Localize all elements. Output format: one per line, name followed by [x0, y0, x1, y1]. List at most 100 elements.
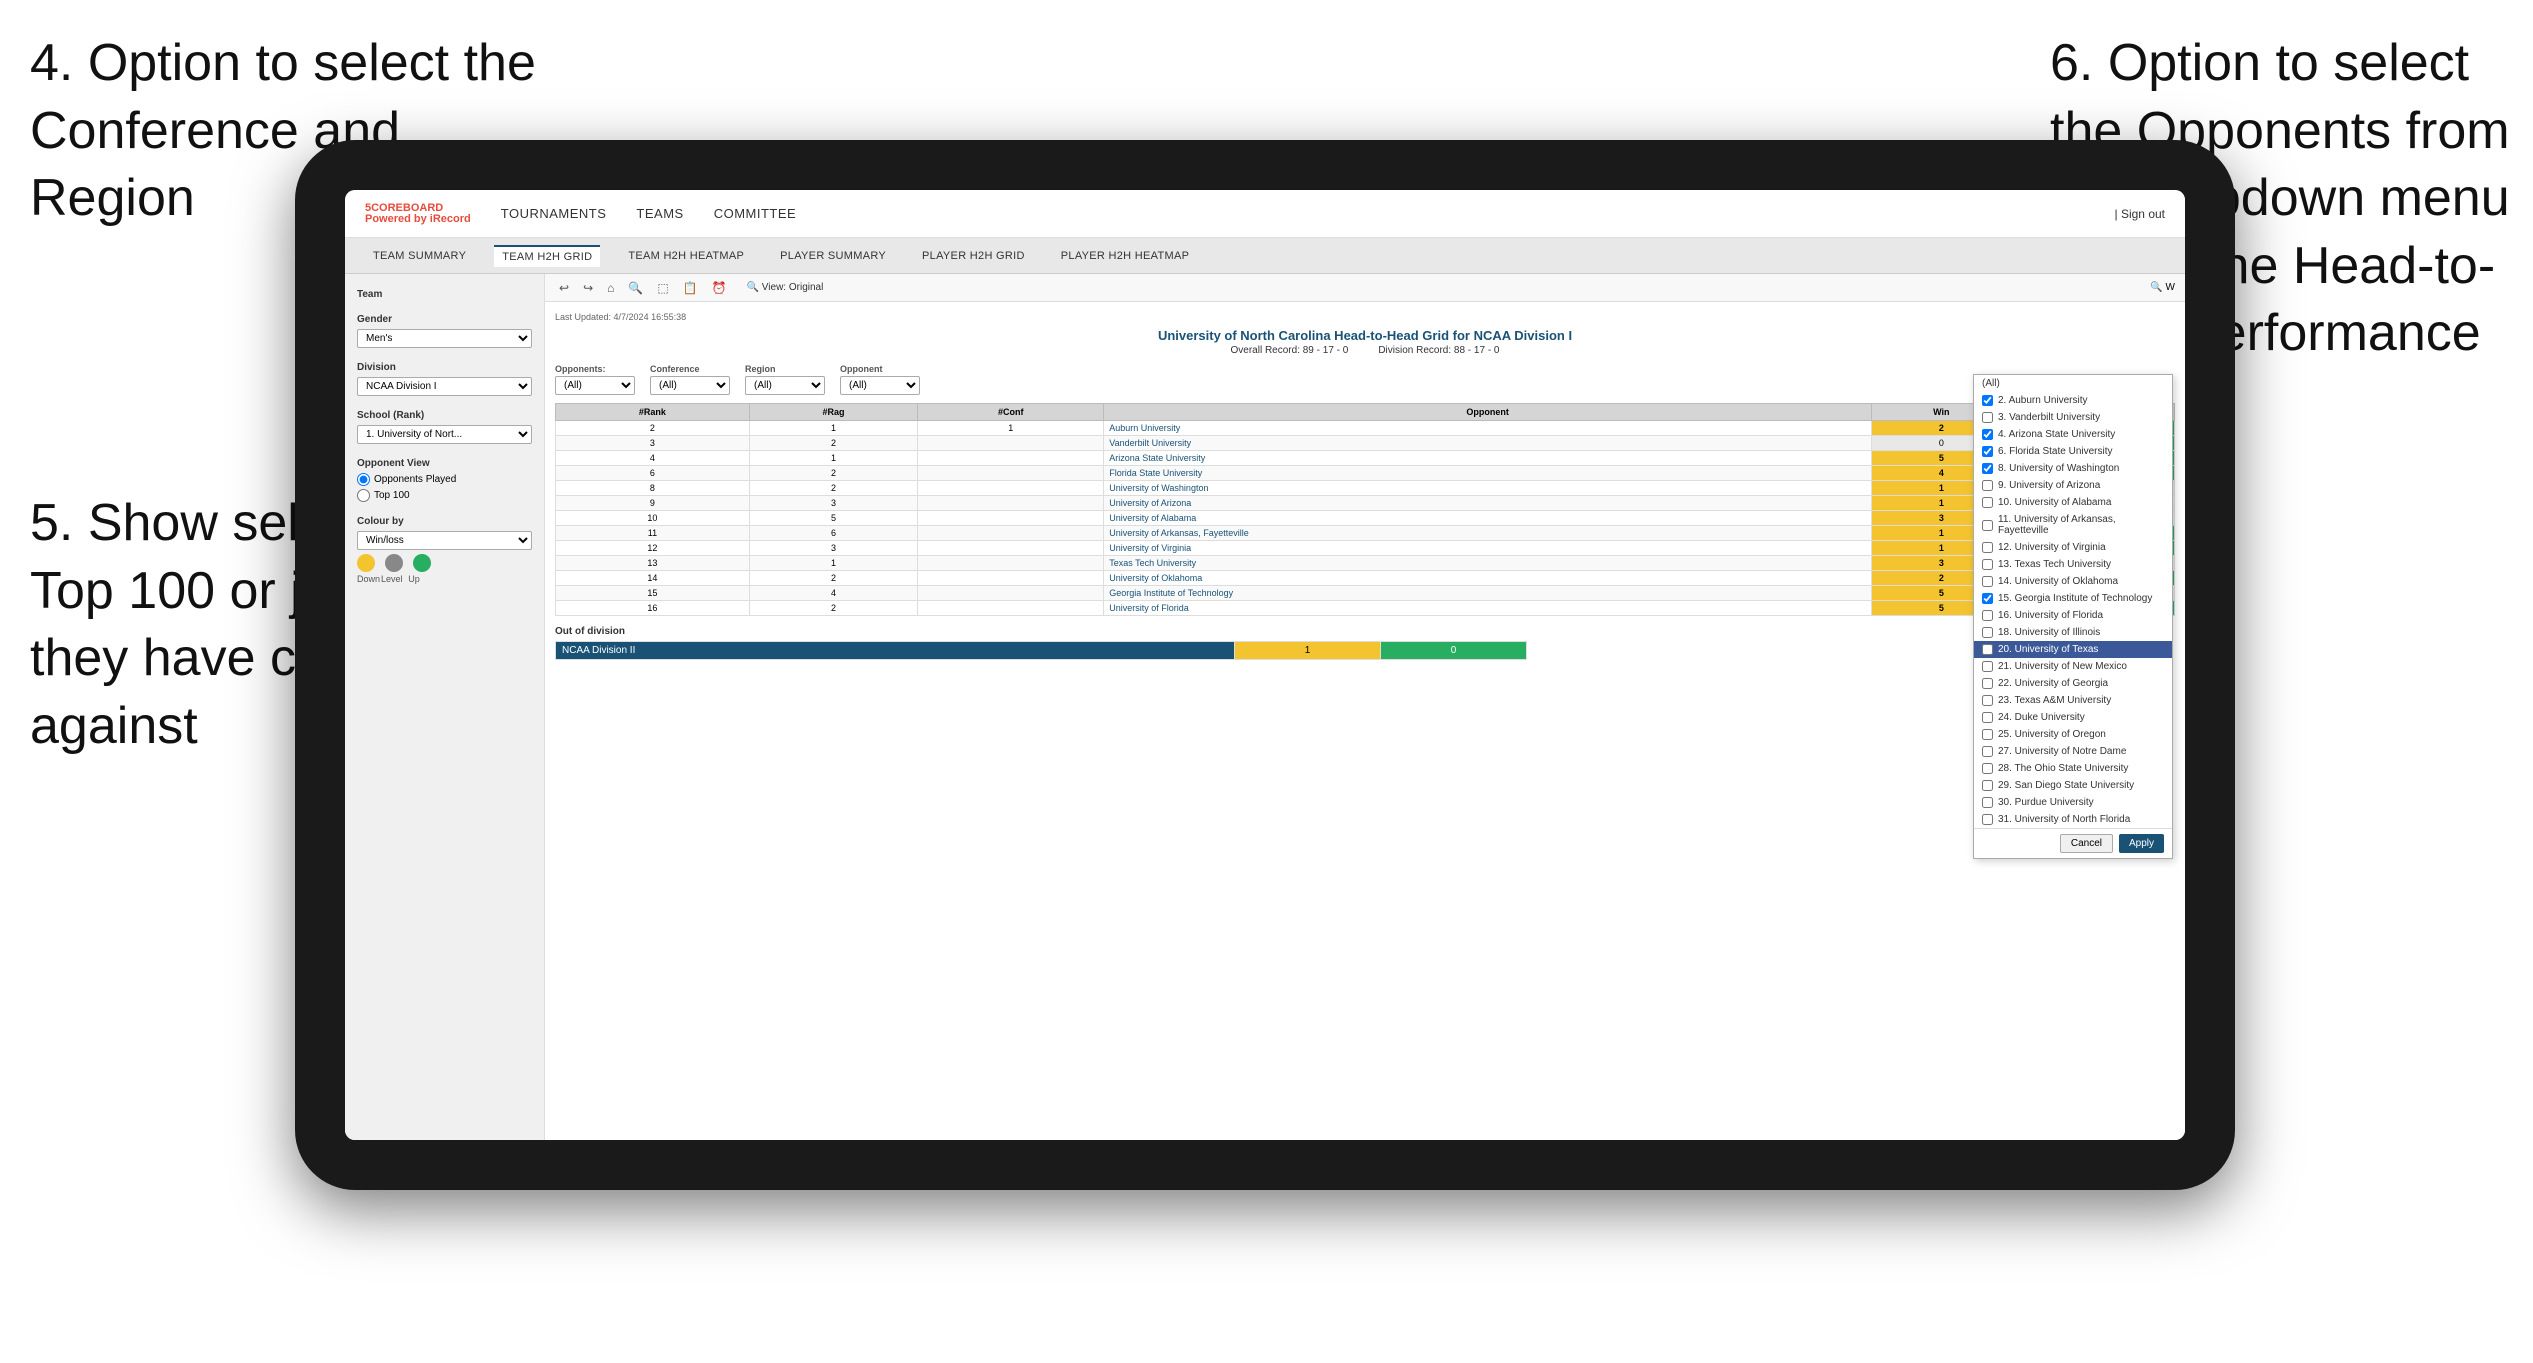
- dropdown-item[interactable]: 29. San Diego State University: [1974, 777, 2172, 794]
- dropdown-checkbox[interactable]: [1982, 429, 1993, 440]
- table-row: 13 1 Texas Tech University 3 0: [556, 556, 2175, 571]
- sidebar-school-select[interactable]: 1. University of Nort...: [357, 425, 532, 444]
- subnav-player-summary[interactable]: PLAYER SUMMARY: [772, 246, 894, 266]
- dropdown-item[interactable]: 20. University of Texas: [1974, 641, 2172, 658]
- dropdown-item[interactable]: (All): [1974, 375, 2172, 392]
- view-label: 🔍 View: Original: [747, 282, 824, 293]
- dropdown-item[interactable]: 16. University of Florida: [1974, 607, 2172, 624]
- sidebar-division-select[interactable]: NCAA Division I: [357, 377, 532, 396]
- dropdown-item[interactable]: 10. University of Alabama: [1974, 494, 2172, 511]
- dropdown-checkbox[interactable]: [1982, 593, 1993, 604]
- color-legend-labels: Down Level Up: [357, 574, 532, 584]
- apply-button[interactable]: Apply: [2119, 834, 2164, 853]
- logo-sub: Powered by iRecord: [365, 214, 471, 225]
- redo-button[interactable]: ↪: [579, 279, 597, 297]
- subnav-player-h2h-heatmap[interactable]: PLAYER H2H HEATMAP: [1053, 246, 1197, 266]
- subnav-player-h2h-grid[interactable]: PLAYER H2H GRID: [914, 246, 1033, 266]
- dropdown-checkbox[interactable]: [1982, 446, 1993, 457]
- opponent-select[interactable]: (All): [840, 376, 920, 395]
- dropdown-checkbox[interactable]: [1982, 746, 1993, 757]
- filter-row: Opponents: (All) Conference (All): [555, 364, 2175, 395]
- sidebar-gender-select[interactable]: Men's: [357, 329, 532, 348]
- dropdown-checkbox[interactable]: [1982, 497, 1993, 508]
- sidebar-colour-select[interactable]: Win/loss: [357, 531, 532, 550]
- dropdown-item[interactable]: 27. University of Notre Dame: [1974, 743, 2172, 760]
- subnav: TEAM SUMMARY TEAM H2H GRID TEAM H2H HEAT…: [345, 238, 2185, 274]
- dropdown-item[interactable]: 14. University of Oklahoma: [1974, 573, 2172, 590]
- dropdown-item-label: 24. Duke University: [1998, 712, 2085, 723]
- undo-button[interactable]: ↩: [555, 279, 573, 297]
- radio-top100-input[interactable]: [357, 489, 370, 502]
- cell-rank: 15: [556, 586, 750, 601]
- nav-teams[interactable]: TEAMS: [636, 206, 683, 221]
- nav-tournaments[interactable]: TOURNAMENTS: [501, 206, 607, 221]
- dropdown-item[interactable]: 31. University of North Florida: [1974, 811, 2172, 828]
- clock-button[interactable]: ⏰: [708, 279, 731, 297]
- dropdown-checkbox[interactable]: [1982, 763, 1993, 774]
- opponents-select[interactable]: (All): [555, 376, 635, 395]
- radio-opponents-played[interactable]: Opponents Played: [357, 473, 532, 486]
- dropdown-checkbox[interactable]: [1982, 780, 1993, 791]
- dropdown-checkbox[interactable]: [1982, 395, 1993, 406]
- main-content: Team Gender Men's Division NCAA Division…: [345, 274, 2185, 1140]
- dropdown-item[interactable]: 15. Georgia Institute of Technology: [1974, 590, 2172, 607]
- dropdown-item[interactable]: 2. Auburn University: [1974, 392, 2172, 409]
- subnav-team-summary[interactable]: TEAM SUMMARY: [365, 246, 474, 266]
- dropdown-item[interactable]: 11. University of Arkansas, Fayetteville: [1974, 511, 2172, 539]
- dropdown-item[interactable]: 30. Purdue University: [1974, 794, 2172, 811]
- dropdown-item[interactable]: 9. University of Arizona: [1974, 477, 2172, 494]
- dropdown-item[interactable]: 3. Vanderbilt University: [1974, 409, 2172, 426]
- dropdown-checkbox[interactable]: [1982, 542, 1993, 553]
- dropdown-checkbox[interactable]: [1982, 576, 1993, 587]
- copy-button[interactable]: ⬚: [653, 279, 672, 297]
- dropdown-checkbox[interactable]: [1982, 661, 1993, 672]
- home-button[interactable]: ⌂: [603, 279, 618, 297]
- dropdown-item[interactable]: 22. University of Georgia: [1974, 675, 2172, 692]
- radio-top100[interactable]: Top 100: [357, 489, 532, 502]
- sign-out[interactable]: | Sign out: [2115, 207, 2165, 221]
- radio-opponents-played-input[interactable]: [357, 473, 370, 486]
- dropdown-checkbox[interactable]: [1982, 797, 1993, 808]
- dropdown-item[interactable]: 13. Texas Tech University: [1974, 556, 2172, 573]
- grid-area: Last Updated: 4/7/2024 16:55:38 Universi…: [545, 302, 2185, 1140]
- table-row: 10 5 University of Alabama 3 0: [556, 511, 2175, 526]
- cancel-button[interactable]: Cancel: [2060, 834, 2113, 853]
- overall-record: Overall Record: 89 - 17 - 0: [1231, 345, 1349, 356]
- dropdown-item[interactable]: 23. Texas A&M University: [1974, 692, 2172, 709]
- dropdown-checkbox[interactable]: [1982, 480, 1993, 491]
- dropdown-item-label: 8. University of Washington: [1998, 463, 2119, 474]
- dropdown-item-label: 22. University of Georgia: [1998, 678, 2108, 689]
- zoom-button[interactable]: 🔍: [624, 279, 647, 297]
- dropdown-checkbox[interactable]: [1982, 644, 1993, 655]
- opponent-dropdown-panel[interactable]: (All)2. Auburn University3. Vanderbilt U…: [1973, 374, 2173, 859]
- color-down: [357, 554, 375, 572]
- dropdown-checkbox[interactable]: [1982, 463, 1993, 474]
- dropdown-checkbox[interactable]: [1982, 678, 1993, 689]
- dropdown-item[interactable]: 6. Florida State University: [1974, 443, 2172, 460]
- cell-opponent: University of Florida: [1104, 601, 1872, 616]
- cell-conf: [918, 556, 1104, 571]
- dropdown-item[interactable]: 28. The Ohio State University: [1974, 760, 2172, 777]
- dropdown-checkbox[interactable]: [1982, 695, 1993, 706]
- dropdown-checkbox[interactable]: [1982, 559, 1993, 570]
- conference-select[interactable]: (All): [650, 376, 730, 395]
- subnav-team-h2h-grid[interactable]: TEAM H2H GRID: [494, 245, 600, 267]
- dropdown-item[interactable]: 21. University of New Mexico: [1974, 658, 2172, 675]
- nav-committee[interactable]: COMMITTEE: [714, 206, 797, 221]
- dropdown-checkbox[interactable]: [1982, 412, 1993, 423]
- dropdown-checkbox[interactable]: [1982, 627, 1993, 638]
- subnav-team-h2h-heatmap[interactable]: TEAM H2H HEATMAP: [620, 246, 752, 266]
- dropdown-item[interactable]: 24. Duke University: [1974, 709, 2172, 726]
- dropdown-item[interactable]: 25. University of Oregon: [1974, 726, 2172, 743]
- paste-button[interactable]: 📋: [679, 279, 702, 297]
- dropdown-item[interactable]: 4. Arizona State University: [1974, 426, 2172, 443]
- dropdown-checkbox[interactable]: [1982, 610, 1993, 621]
- region-select[interactable]: (All): [745, 376, 825, 395]
- dropdown-item[interactable]: 18. University of Illinois: [1974, 624, 2172, 641]
- dropdown-checkbox[interactable]: [1982, 729, 1993, 740]
- dropdown-item[interactable]: 12. University of Virginia: [1974, 539, 2172, 556]
- dropdown-checkbox[interactable]: [1982, 814, 1993, 825]
- dropdown-checkbox[interactable]: [1982, 712, 1993, 723]
- dropdown-item[interactable]: 8. University of Washington: [1974, 460, 2172, 477]
- dropdown-checkbox[interactable]: [1982, 520, 1993, 531]
